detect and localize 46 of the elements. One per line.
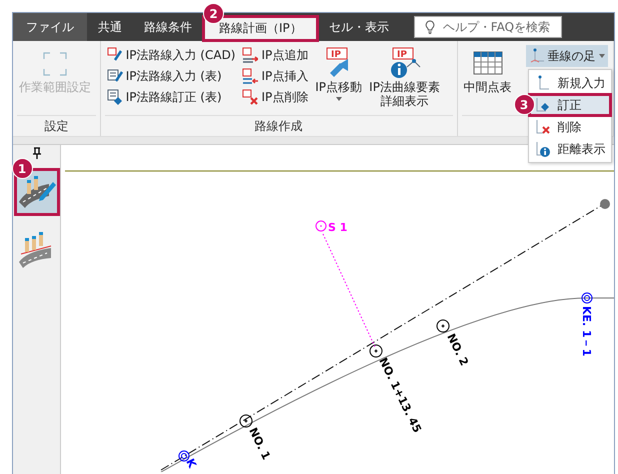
table-diamond-icon	[106, 89, 123, 105]
menu-item[interactable]: 訂正	[528, 94, 611, 116]
ribbon-button[interactable]: IP点削除	[240, 87, 310, 107]
lightbulb-icon	[424, 20, 435, 34]
ribbon-tab[interactable]: 共通	[87, 13, 133, 41]
info-icon	[534, 141, 550, 157]
ribbon-button[interactable]: IP IP点移動	[313, 45, 364, 115]
station-marker	[436, 320, 450, 332]
ribbon-tab[interactable]: セル・表示	[318, 13, 400, 41]
station-label: NO. 2	[444, 332, 471, 368]
station-label: NO. 1	[246, 426, 273, 462]
ribbon-button[interactable]: 中間点表	[462, 45, 514, 115]
file-menu-tab[interactable]: ファイル	[13, 13, 87, 41]
dropdown-button[interactable]: 垂線の足	[526, 45, 608, 67]
ribbon-button[interactable]: IP法路線入力 (CAD)	[104, 45, 238, 65]
group-label: 路線作成	[104, 115, 453, 136]
pen-icon	[106, 47, 123, 63]
station-marker	[370, 344, 382, 358]
add-point-icon	[242, 47, 258, 63]
key-point-marker	[582, 292, 592, 304]
menu-item[interactable]: 新規入力	[528, 72, 611, 94]
caret-icon	[336, 96, 342, 101]
perpendicular-icon	[528, 48, 545, 64]
menu-item[interactable]: 削除	[528, 116, 611, 138]
search-field[interactable]: ヘルプ・FAQを検索	[414, 16, 562, 38]
key-point-label: K	[183, 456, 199, 470]
ribbon-tab[interactable]: 路線条件	[133, 13, 203, 41]
ribbon-button[interactable]: IP法路線訂正 (表)	[104, 87, 238, 107]
callout-badge: 2	[203, 3, 224, 24]
delete-point-icon	[242, 89, 258, 105]
menu-item[interactable]: 距離表示	[528, 138, 611, 160]
point-label: S 1	[328, 221, 348, 234]
station-marker	[240, 414, 252, 428]
survey-point-marker	[316, 220, 326, 232]
group-label: 設定	[17, 115, 96, 136]
diamond-icon	[534, 97, 550, 113]
key-point-label: KE. 1－1	[580, 306, 593, 356]
cross-icon	[534, 119, 550, 135]
caret-icon	[598, 54, 605, 58]
table-pen-icon	[106, 68, 123, 84]
ribbon-button[interactable]: IP法路線入力 (表)	[104, 66, 238, 86]
insert-point-icon	[242, 68, 258, 84]
ribbon-button[interactable]: IP点追加	[240, 45, 310, 65]
ribbon-button[interactable]: IP点挿入	[240, 66, 310, 86]
ribbon-button[interactable]: IP IP法曲線要素詳細表示	[366, 45, 444, 115]
pin-icon[interactable]	[30, 147, 42, 159]
